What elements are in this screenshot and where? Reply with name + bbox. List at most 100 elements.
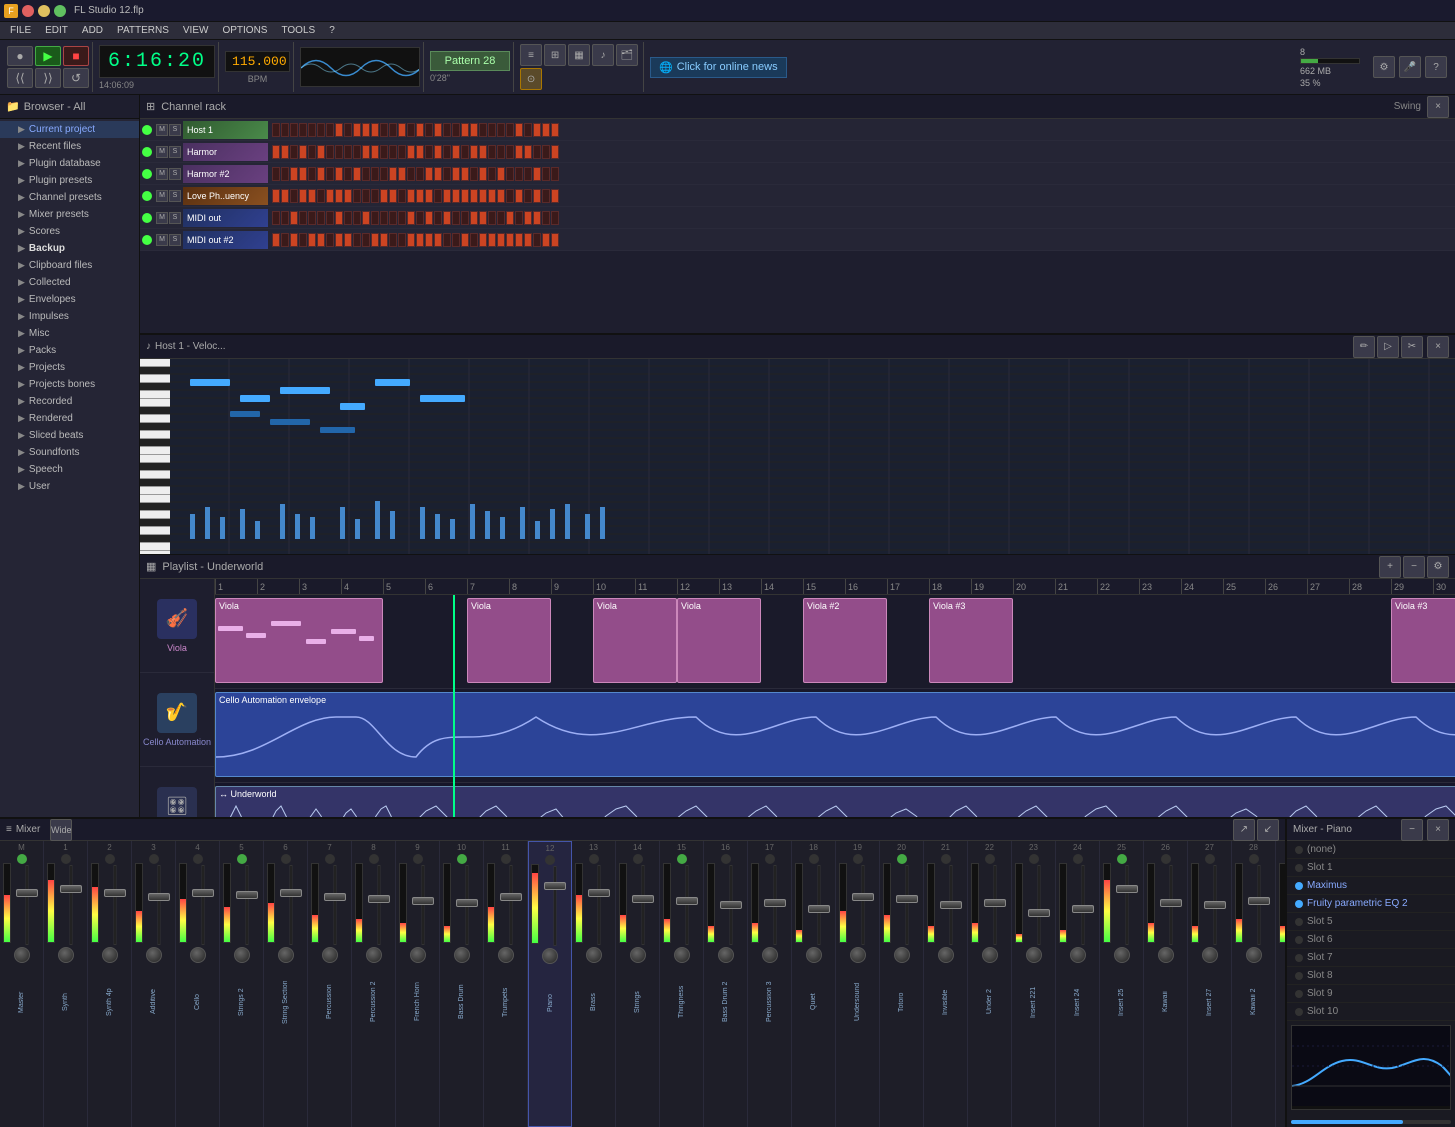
ch-pad-5[interactable] (317, 189, 325, 203)
ch-send-14[interactable] (633, 854, 643, 864)
fx-slot-0[interactable]: (none) (1287, 841, 1455, 859)
piano-key-23[interactable] (140, 543, 170, 551)
close-button[interactable] (22, 5, 34, 17)
ch-pan-1[interactable] (58, 947, 74, 963)
clip-viola-5[interactable]: Viola #2 (803, 598, 887, 683)
ch-pan-7[interactable] (322, 947, 338, 963)
ch-solo-5[interactable]: S (169, 234, 181, 246)
audio-btn[interactable]: 🎤 (1399, 56, 1421, 78)
ch-pad-9[interactable] (353, 189, 361, 203)
ch-pad-23[interactable] (479, 233, 487, 247)
ch-pad-18[interactable] (434, 145, 442, 159)
ch-pad-26[interactable] (506, 145, 514, 159)
ch-pad-30[interactable] (542, 211, 550, 225)
mixer-channel-12[interactable]: 12 Piano (528, 841, 572, 1127)
ch-name-4[interactable]: MIDI out (183, 209, 268, 227)
ch-pad-17[interactable] (425, 189, 433, 203)
ch-send-12[interactable] (545, 855, 555, 865)
ch-pad-9[interactable] (353, 211, 361, 225)
ch-send-0[interactable] (17, 854, 27, 864)
ch-pad-19[interactable] (443, 233, 451, 247)
ch-send-16[interactable] (721, 854, 731, 864)
fx-slot-3[interactable]: Fruity parametric EQ 2 (1287, 895, 1455, 913)
ch-pad-6[interactable] (326, 233, 334, 247)
ch-pad-24[interactable] (488, 145, 496, 159)
ch-pad-30[interactable] (542, 167, 550, 181)
browser-item-rendered[interactable]: ▶Rendered (0, 410, 139, 427)
ch-pad-27[interactable] (515, 189, 523, 203)
ch-pad-19[interactable] (443, 167, 451, 181)
play-button[interactable]: ▶ (35, 46, 61, 66)
browser-item-clipboard-files[interactable]: ▶Clipboard files (0, 257, 139, 274)
ch-pad-24[interactable] (488, 167, 496, 181)
ch-pad-5[interactable] (317, 123, 325, 137)
ch-pan-20[interactable] (894, 947, 910, 963)
clip-underworld-1[interactable]: ↔ Underworld (215, 786, 1455, 817)
ch-pan-17[interactable] (762, 947, 778, 963)
fader-0[interactable] (13, 865, 41, 945)
ch-pan-5[interactable] (234, 947, 250, 963)
ch-pad-26[interactable] (506, 233, 514, 247)
ch-pad-15[interactable] (407, 145, 415, 159)
mixer-channel-29[interactable]: 29 Insert 29 (1276, 841, 1285, 1127)
ch-pad-17[interactable] (425, 211, 433, 225)
menu-options[interactable]: OPTIONS (216, 24, 273, 37)
fx-slot-9[interactable]: Slot 10 (1287, 1003, 1455, 1021)
ch-pad-7[interactable] (335, 167, 343, 181)
mixer-channel-19[interactable]: 19 Undersound (836, 841, 880, 1127)
ch-pan-19[interactable] (850, 947, 866, 963)
ch-mute-3[interactable]: M (156, 190, 168, 202)
fader-12[interactable] (541, 866, 569, 946)
ch-pad-1[interactable] (281, 211, 289, 225)
ch-pad-23[interactable] (479, 145, 487, 159)
fader-27[interactable] (1201, 865, 1229, 945)
ch-pad-12[interactable] (380, 211, 388, 225)
ch-pad-4[interactable] (308, 123, 316, 137)
ch-send-25[interactable] (1117, 854, 1127, 864)
ch-pad-2[interactable] (290, 123, 298, 137)
ch-pad-14[interactable] (398, 189, 406, 203)
ch-pad-19[interactable] (443, 189, 451, 203)
piano-key-13[interactable] (140, 463, 170, 471)
clip-viola-6[interactable]: Viola #3 (929, 598, 1013, 683)
ch-led-1[interactable] (142, 147, 152, 157)
piano-key-11[interactable] (140, 447, 170, 455)
ch-pad-20[interactable] (452, 123, 460, 137)
ch-pad-24[interactable] (488, 211, 496, 225)
ch-pad-11[interactable] (371, 189, 379, 203)
ch-pad-30[interactable] (542, 145, 550, 159)
ch-send-8[interactable] (369, 854, 379, 864)
record-button[interactable]: ● (7, 46, 33, 66)
ch-pad-2[interactable] (290, 233, 298, 247)
loop-button[interactable]: ↺ (63, 68, 89, 88)
mixer-channel-5[interactable]: 5 Strings 2 (220, 841, 264, 1127)
ch-pad-0[interactable] (272, 211, 280, 225)
ch-pad-4[interactable] (308, 233, 316, 247)
news-bar[interactable]: 🌐 Click for online news (650, 57, 787, 78)
ch-pad-6[interactable] (326, 167, 334, 181)
ch-pad-26[interactable] (506, 189, 514, 203)
ch-pad-3[interactable] (299, 123, 307, 137)
ch-pad-25[interactable] (497, 233, 505, 247)
ch-pad-7[interactable] (335, 189, 343, 203)
ch-pad-21[interactable] (461, 233, 469, 247)
fx-slot-1[interactable]: Slot 1 (1287, 859, 1455, 877)
ch-pad-5[interactable] (317, 167, 325, 181)
mixer-channel-4[interactable]: 4 Cello (176, 841, 220, 1127)
ch-pan-23[interactable] (1026, 947, 1042, 963)
mixer-channel-8[interactable]: 8 Percussion 2 (352, 841, 396, 1127)
ch-pad-28[interactable] (524, 189, 532, 203)
ch-pad-29[interactable] (533, 233, 541, 247)
track-viola[interactable]: 🎻 Viola (140, 579, 214, 673)
ch-mute-5[interactable]: M (156, 234, 168, 246)
piano-key-8[interactable] (140, 423, 170, 431)
ch-send-7[interactable] (325, 854, 335, 864)
ch-pad-29[interactable] (533, 167, 541, 181)
pr-tool-2[interactable]: ▷ (1377, 336, 1399, 358)
ch-pad-0[interactable] (272, 167, 280, 181)
fx-slot-8[interactable]: Slot 9 (1287, 985, 1455, 1003)
ch-send-15[interactable] (677, 854, 687, 864)
mixer-channel-24[interactable]: 24 Insert 24 (1056, 841, 1100, 1127)
browser-item-soundfonts[interactable]: ▶Soundfonts (0, 444, 139, 461)
ch-pad-8[interactable] (344, 123, 352, 137)
